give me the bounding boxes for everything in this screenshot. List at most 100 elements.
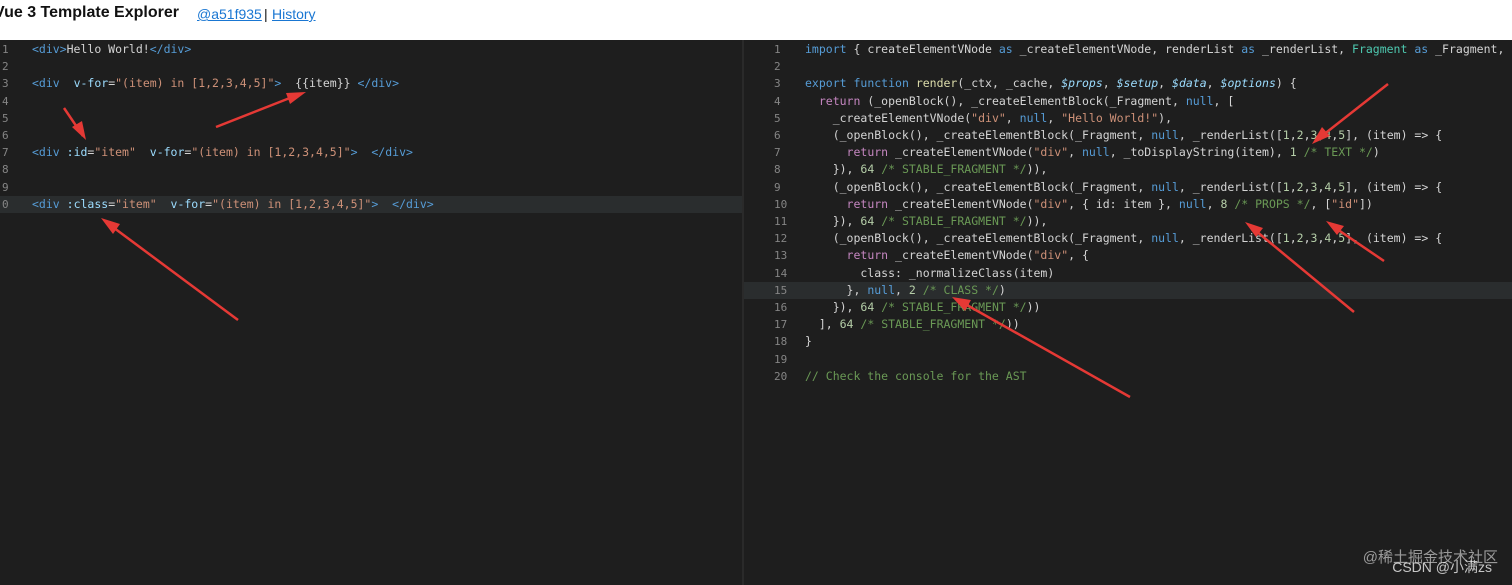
code-token: 1 bbox=[1282, 231, 1290, 246]
code-token: :id bbox=[66, 145, 88, 160]
source-code-area[interactable]: 1 <div>Hello World!</div> 2 3 <div v-for="(i… bbox=[0, 40, 742, 585]
code-token: ], bbox=[805, 317, 840, 332]
code-token: </div> bbox=[149, 42, 192, 56]
code-token: return bbox=[846, 248, 889, 263]
code-line[interactable]: 7 return _createElementVNode("div", null… bbox=[744, 144, 1512, 161]
code-line[interactable]: 13 return _createElementVNode("div", { bbox=[744, 247, 1512, 264]
code-token: (_ctx, _cache, bbox=[957, 76, 1062, 91]
code-line[interactable]: 2 bbox=[744, 58, 1512, 75]
code-line[interactable]: 19 bbox=[744, 351, 1512, 368]
code-line[interactable]: 8 bbox=[0, 161, 742, 178]
code-line[interactable]: 6 (_openBlock(), _createElementBlock(_Fr… bbox=[744, 127, 1512, 144]
code-line[interactable]: 5 _createElementVNode("div", null, "Hell… bbox=[744, 110, 1512, 127]
code-token: ], (item) => { bbox=[1345, 128, 1443, 142]
compiled-output-editor[interactable]: 1 import { createElementVNode as _createE… bbox=[744, 40, 1512, 585]
code-line[interactable]: 18} bbox=[744, 333, 1512, 350]
code-line[interactable]: 3 <div v-for="(item) in [1,2,3,4,5]"> {{i… bbox=[0, 75, 742, 92]
code-token: /* STABLE_FRAGMENT */ bbox=[881, 162, 1027, 177]
line-number: 1 bbox=[2, 43, 9, 56]
code-token: "(item) in [1,2,3,4,5]" bbox=[191, 145, 351, 160]
code-text: (_openBlock(), _createElementBlock(_Frag… bbox=[805, 230, 1442, 247]
line-number: 1 bbox=[774, 43, 781, 56]
code-line[interactable]: 9 bbox=[0, 179, 742, 196]
line-number: 5 bbox=[774, 111, 781, 125]
code-token: </div> bbox=[392, 196, 434, 211]
code-token: , bbox=[1206, 76, 1221, 91]
code-token: <div bbox=[32, 145, 60, 160]
line-number: 5 bbox=[2, 111, 9, 125]
line-number: 9 bbox=[774, 180, 781, 194]
code-token: , bbox=[1289, 179, 1297, 194]
code-line[interactable]: 7 <div :id="item" v-for="(item) in [1,2,3… bbox=[0, 144, 742, 161]
code-line[interactable]: 12 (_openBlock(), _createElementBlock(_F… bbox=[744, 230, 1512, 247]
code-token: (_openBlock(), _createElementBlock(_Frag… bbox=[805, 128, 1152, 142]
template-source-editor[interactable]: 1 <div>Hello World!</div> 2 3 <div v-for="(i… bbox=[0, 40, 742, 585]
code-line[interactable]: 10 return _createElementVNode("div", { i… bbox=[744, 196, 1512, 213]
code-line[interactable]: 8 }), 64 /* STABLE_FRAGMENT */)), bbox=[744, 161, 1512, 178]
output-code-area[interactable]: 1 import { createElementVNode as _createE… bbox=[744, 40, 1512, 585]
code-line[interactable]: 6 bbox=[0, 127, 742, 144]
code-line[interactable]: 1 <div>Hello World!</div> bbox=[0, 41, 742, 58]
code-line[interactable]: 17 ], 64 /* STABLE_FRAGMENT */)) bbox=[744, 316, 1512, 333]
code-token: /* PROPS */ bbox=[1234, 196, 1311, 211]
code-text: ], 64 /* STABLE_FRAGMENT */)) bbox=[805, 316, 1020, 333]
code-token: "id" bbox=[1331, 196, 1359, 211]
code-token: , { id: item }, bbox=[1068, 196, 1179, 211]
code-token: _createElementVNode( bbox=[888, 196, 1034, 211]
code-token: , bbox=[1047, 110, 1062, 125]
code-text: export function render(_ctx, _cache, $pr… bbox=[805, 75, 1297, 92]
code-token: as bbox=[998, 42, 1013, 56]
code-line[interactable]: 9 (_openBlock(), _createElementBlock(_Fr… bbox=[744, 179, 1512, 196]
code-token: Fragment bbox=[1352, 42, 1408, 56]
line-number: 2 bbox=[2, 60, 9, 74]
code-line[interactable]: 2 bbox=[0, 58, 742, 75]
code-line[interactable]: 5 bbox=[0, 110, 742, 127]
code-line[interactable]: 4 bbox=[0, 93, 742, 110]
code-text: // Check the console for the AST bbox=[805, 368, 1027, 385]
code-token: , bbox=[1303, 128, 1311, 142]
code-line[interactable]: 14 class: _normalizeClass(item) bbox=[744, 265, 1512, 282]
code-token: (_openBlock(), _createElementBlock(_Frag… bbox=[860, 93, 1186, 108]
code-token: , bbox=[1303, 179, 1311, 194]
code-token: _Fragment, bbox=[1428, 42, 1505, 56]
code-token: ) { bbox=[1275, 76, 1297, 91]
code-line[interactable]: 4 return (_openBlock(), _createElementBl… bbox=[744, 93, 1512, 110]
code-token: "div" bbox=[1033, 145, 1069, 160]
code-token: 1 bbox=[1282, 179, 1290, 194]
code-token: v-for bbox=[149, 145, 185, 160]
code-token: <div bbox=[32, 76, 60, 91]
code-token: function bbox=[853, 76, 909, 91]
code-line[interactable]: 3 export function render(_ctx, _cache, $p… bbox=[744, 75, 1512, 92]
code-line[interactable]: 0 <div :class="item" v-for="(item) in [1,… bbox=[0, 195, 742, 213]
code-token: $setup bbox=[1116, 76, 1159, 91]
commit-link[interactable]: @a51f935 bbox=[197, 6, 262, 22]
line-number: 6 bbox=[774, 129, 781, 142]
code-line[interactable]: 11 }), 64 /* STABLE_FRAGMENT */)), bbox=[744, 213, 1512, 230]
code-text: }), 64 /* STABLE_FRAGMENT */)), bbox=[805, 213, 1048, 230]
code-token: _createElementVNode( bbox=[805, 110, 972, 125]
code-token: {{item}} bbox=[281, 76, 358, 91]
code-text: return _createElementVNode("div", null, … bbox=[805, 144, 1380, 161]
code-line[interactable]: 16 }), 64 /* STABLE_FRAGMENT */)) bbox=[744, 299, 1512, 316]
code-token: 2 bbox=[908, 282, 916, 297]
code-line[interactable]: 20 // Check the console for the AST bbox=[744, 368, 1512, 385]
code-line[interactable]: 1 import { createElementVNode as _createE… bbox=[744, 41, 1512, 58]
code-token: _createElementVNode( bbox=[888, 248, 1034, 263]
line-number: 11 bbox=[774, 215, 788, 228]
code-token: _renderList, bbox=[1255, 42, 1353, 56]
code-token: , bbox=[1158, 76, 1173, 91]
history-link[interactable]: History bbox=[272, 6, 316, 22]
code-token: return bbox=[818, 93, 861, 108]
code-line[interactable]: 15 }, null, 2 /* CLASS */) bbox=[744, 281, 1512, 299]
